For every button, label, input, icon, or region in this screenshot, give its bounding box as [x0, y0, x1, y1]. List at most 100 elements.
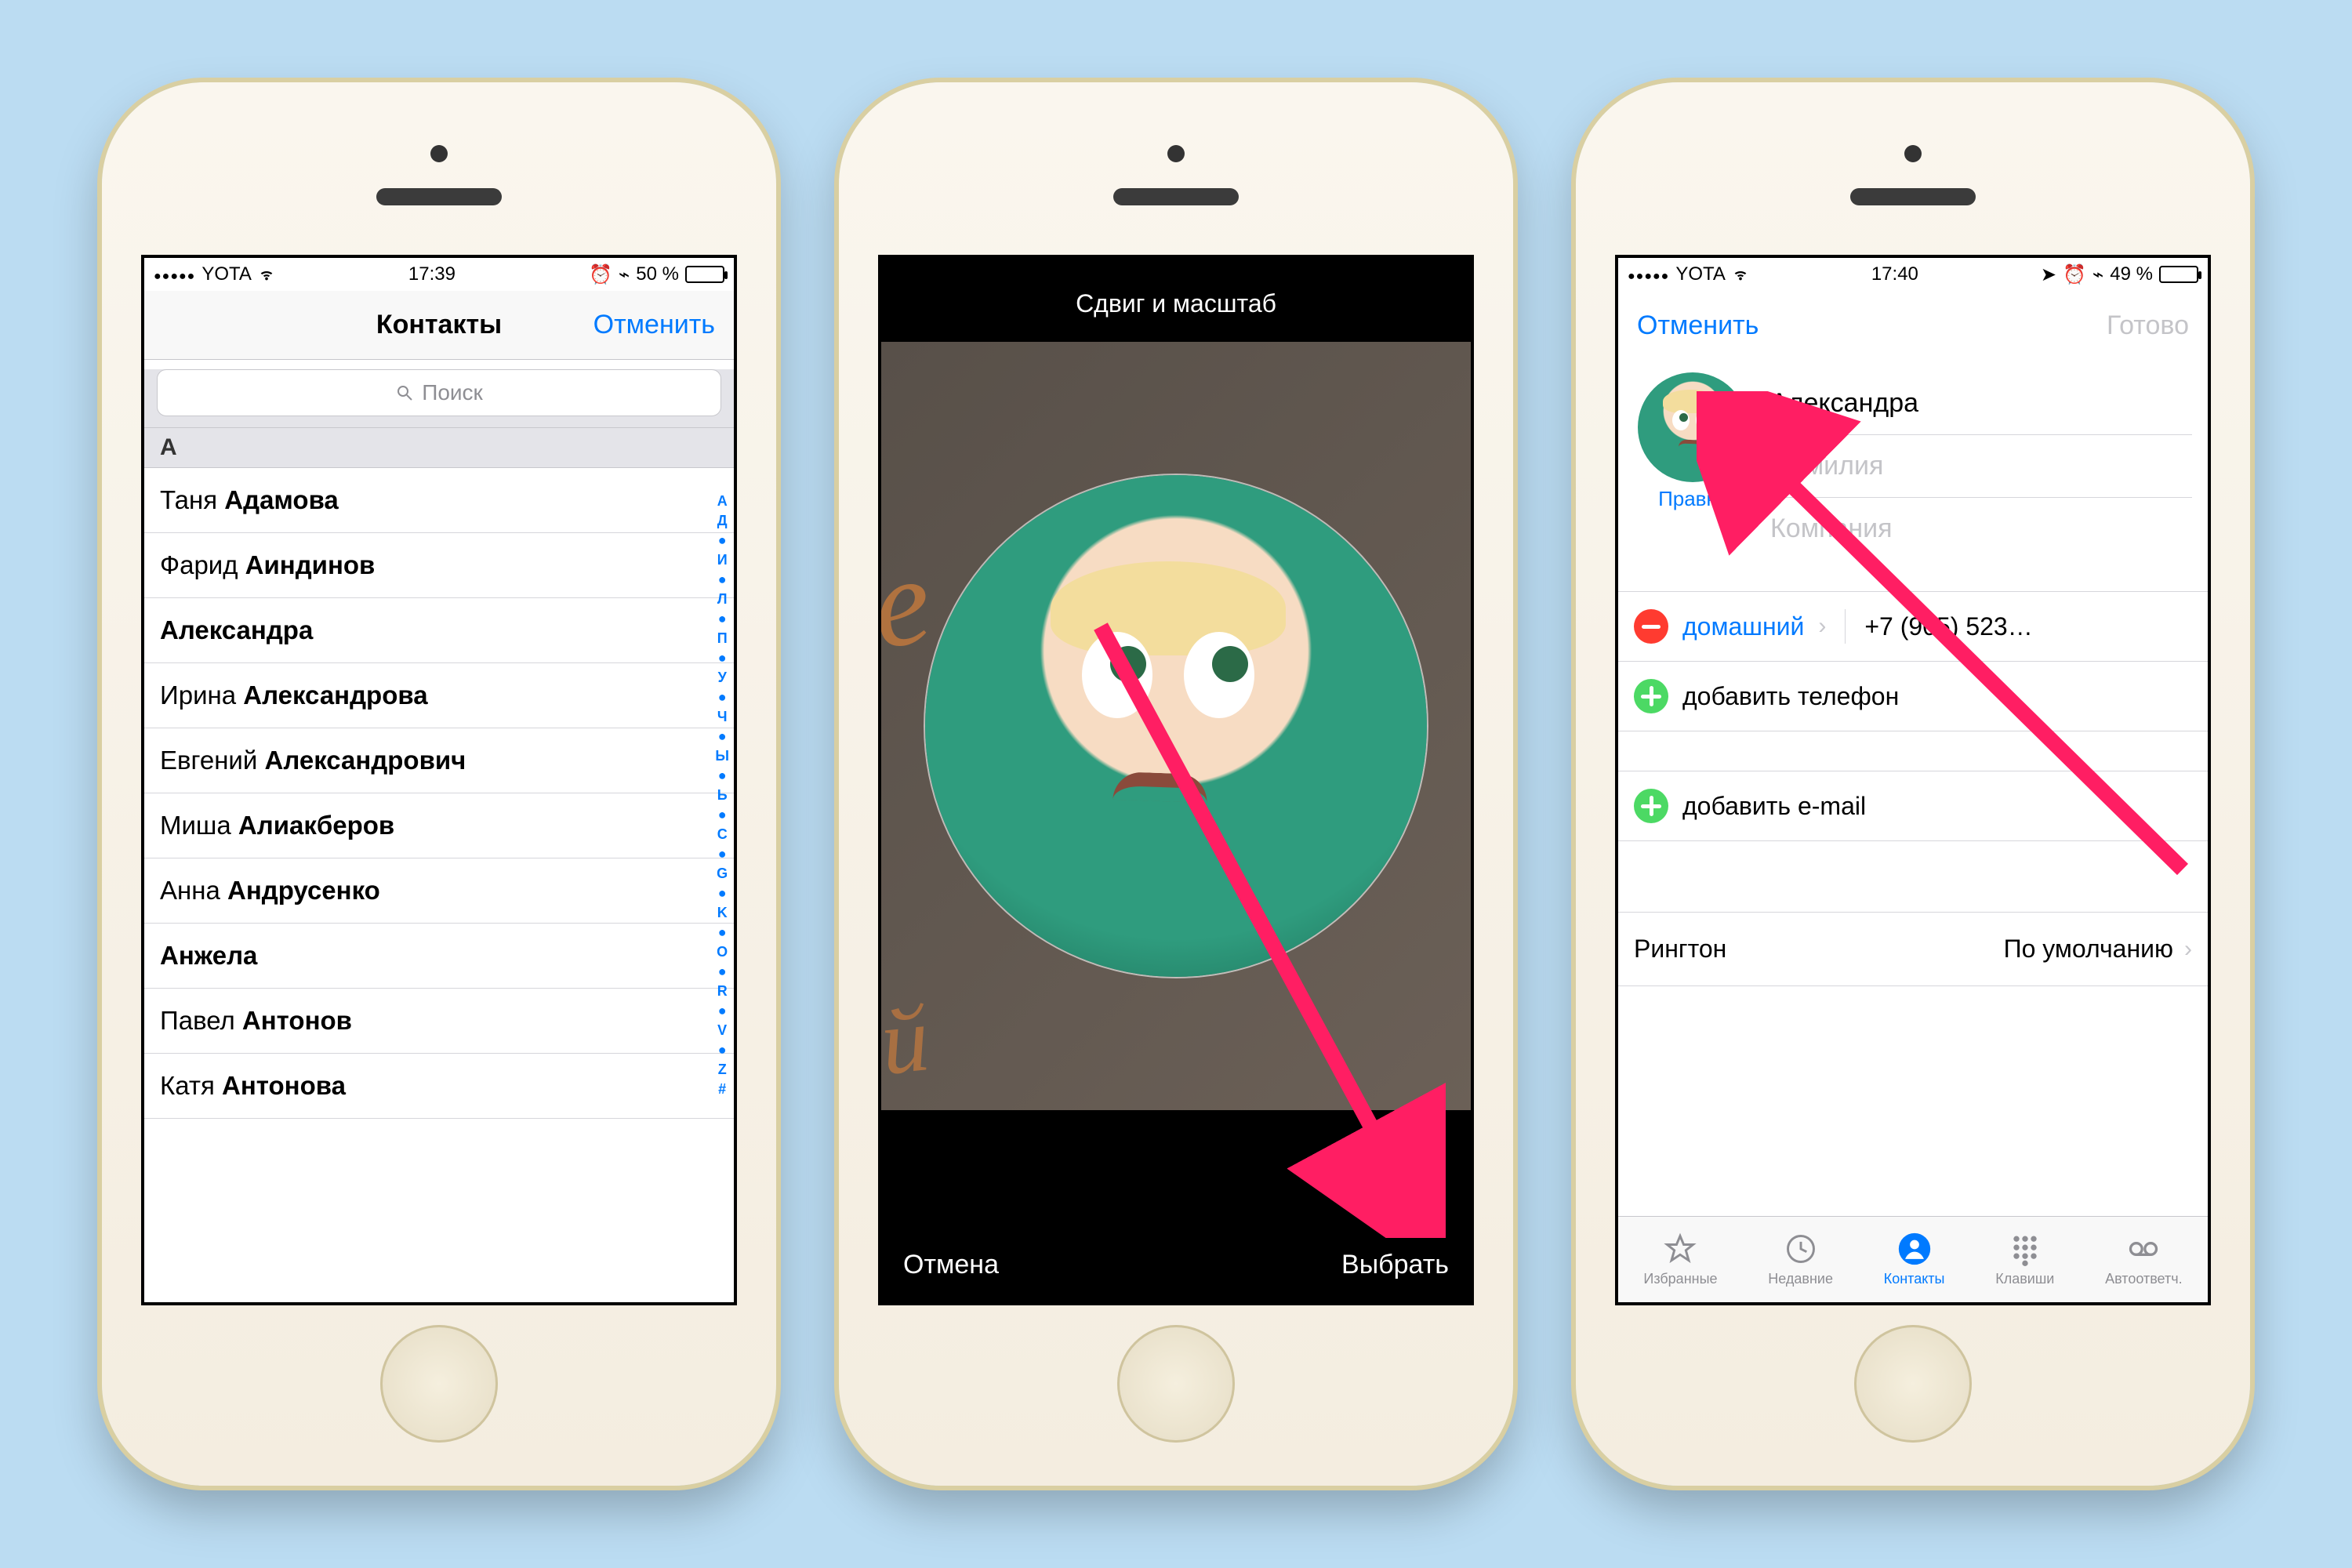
wifi-icon	[1732, 266, 1749, 283]
alarm-icon: ⏰	[589, 263, 612, 286]
firstname-field[interactable]: Александра	[1770, 372, 2192, 435]
contact-row[interactable]: Миша Алиакберов	[144, 793, 734, 858]
crop-actions: Отмена Выбрать	[881, 1227, 1471, 1302]
search-wrap: Поиск	[144, 369, 734, 427]
ringtone-value: По умолчанию	[2004, 935, 2173, 964]
contact-header: Правка Александра Фамилия Компания	[1618, 360, 2208, 560]
remove-icon[interactable]	[1634, 609, 1668, 644]
home-button[interactable]	[380, 1325, 498, 1443]
phone-value[interactable]: +7 (905) 523…	[1864, 612, 2192, 641]
bluetooth-icon: ⌁	[2092, 263, 2103, 286]
phone-crop-photo: Сдвиг и масштаб e й Отмена Выбрать	[839, 82, 1513, 1486]
status-bar: YOTA 17:40 ➤ ⏰ ⌁ 49 %	[1618, 258, 2208, 291]
crop-canvas[interactable]: e й	[881, 342, 1471, 1110]
contact-row[interactable]: Павел Антонов	[144, 989, 734, 1054]
avatar[interactable]	[1638, 372, 1748, 482]
crop-circle	[925, 475, 1427, 977]
chevron-right-icon: ›	[2184, 936, 2192, 963]
tab-bar: Избранные Недавние Контакты Клавиши Авто…	[1618, 1216, 2208, 1302]
bluetooth-icon: ⌁	[619, 263, 630, 286]
choose-button[interactable]: Выбрать	[1341, 1250, 1449, 1280]
speaker	[1113, 188, 1239, 205]
phone-type-button[interactable]: домашний	[1682, 612, 1804, 641]
person-icon	[1897, 1232, 1932, 1266]
cancel-button[interactable]: Отмена	[903, 1250, 999, 1280]
signal-dots-icon	[154, 263, 195, 285]
add-email-row[interactable]: добавить e-mail	[1618, 771, 2208, 840]
tab-favorites[interactable]: Избранные	[1643, 1232, 1717, 1287]
add-phone-row[interactable]: добавить телефон	[1618, 662, 2208, 731]
add-icon[interactable]	[1634, 679, 1668, 713]
search-input[interactable]: Поиск	[157, 369, 721, 416]
avatar-eye	[1184, 632, 1254, 718]
cancel-button[interactable]: Отменить	[1637, 310, 1759, 341]
voicemail-icon	[2126, 1232, 2161, 1266]
star-icon	[1663, 1232, 1697, 1266]
tab-voicemail[interactable]: Автоответч.	[2105, 1232, 2182, 1287]
location-icon: ➤	[2041, 263, 2056, 286]
company-field[interactable]: Компания	[1770, 498, 2192, 560]
screen-crop: Сдвиг и масштаб e й Отмена Выбрать	[878, 255, 1474, 1305]
search-placeholder: Поиск	[422, 380, 483, 405]
ringtone-row[interactable]: Рингтон По умолчанию ›	[1618, 912, 2208, 986]
battery-icon	[2159, 266, 2198, 283]
battery-percent: 49 %	[2110, 263, 2153, 285]
page-title: Контакты	[376, 310, 502, 340]
crop-title: Сдвиг и масштаб	[881, 258, 1471, 342]
front-camera	[1167, 145, 1185, 162]
signal-dots-icon	[1628, 263, 1669, 285]
speaker	[1850, 188, 1976, 205]
cancel-button[interactable]: Отменить	[593, 310, 715, 340]
emails-block: добавить e-mail	[1618, 771, 2208, 841]
speaker	[376, 188, 502, 205]
phone-contacts-list: YOTA 17:39 ⏰ ⌁ 50 % Контакты Отменить По…	[102, 82, 776, 1486]
battery-icon	[685, 266, 724, 283]
front-camera	[1904, 145, 1922, 162]
phone-edit-contact: YOTA 17:40 ➤ ⏰ ⌁ 49 % Отменить Готово Пр…	[1576, 82, 2250, 1486]
front-camera	[430, 145, 448, 162]
add-icon[interactable]	[1634, 789, 1668, 823]
contacts-list[interactable]: Таня Адамова Фарид Аиндинов Александра И…	[144, 468, 734, 1119]
status-bar: YOTA 17:39 ⏰ ⌁ 50 %	[144, 258, 734, 291]
navbar: Отменить Готово	[1618, 291, 2208, 360]
tab-recents[interactable]: Недавние	[1768, 1232, 1833, 1287]
tab-contacts[interactable]: Контакты	[1884, 1232, 1945, 1287]
clock-icon	[1784, 1232, 1818, 1266]
contact-row[interactable]: Александра	[144, 598, 734, 663]
keypad-icon	[2008, 1232, 2042, 1266]
wifi-icon	[258, 266, 275, 283]
ringtone-label: Рингтон	[1634, 935, 1726, 964]
edit-photo-button[interactable]: Правка	[1658, 487, 1727, 511]
avatar-mouth	[1112, 771, 1207, 803]
add-phone-label: добавить телефон	[1682, 682, 1899, 711]
carrier-label: YOTA	[1675, 263, 1726, 285]
home-button[interactable]	[1117, 1325, 1235, 1443]
done-button[interactable]: Готово	[2107, 310, 2189, 341]
avatar-hair	[1051, 561, 1286, 655]
background-letter: й	[878, 984, 934, 1097]
contact-row[interactable]: Ирина Александрова	[144, 663, 734, 728]
section-header: А	[144, 427, 734, 468]
search-icon	[395, 383, 414, 402]
battery-percent: 50 %	[636, 263, 679, 285]
alarm-icon: ⏰	[2063, 263, 2086, 286]
navbar: Контакты Отменить	[144, 291, 734, 360]
alpha-index[interactable]: АД●И●Л●П●У●Ч●Ы●Ь●C●G●K●O●R●V●Z#	[715, 493, 729, 1098]
chevron-right-icon: ›	[1818, 613, 1826, 640]
avatar-eye	[1082, 632, 1152, 718]
home-button[interactable]	[1854, 1325, 1972, 1443]
contact-row[interactable]: Катя Антонова	[144, 1054, 734, 1119]
tab-keypad[interactable]: Клавиши	[1995, 1232, 2054, 1287]
contact-row[interactable]: Фарид Аиндинов	[144, 533, 734, 598]
carrier-label: YOTA	[201, 263, 252, 285]
screen-edit-contact: YOTA 17:40 ➤ ⏰ ⌁ 49 % Отменить Готово Пр…	[1615, 255, 2211, 1305]
screen-contacts: YOTA 17:39 ⏰ ⌁ 50 % Контакты Отменить По…	[141, 255, 737, 1305]
clock-label: 17:40	[1871, 263, 1918, 285]
phone-row[interactable]: домашний › +7 (905) 523…	[1618, 592, 2208, 662]
contact-row[interactable]: Анна Андрусенко	[144, 858, 734, 924]
contact-row[interactable]: Таня Адамова	[144, 468, 734, 533]
contact-row[interactable]: Анжела	[144, 924, 734, 989]
contact-row[interactable]: Евгений Александрович	[144, 728, 734, 793]
clock-label: 17:39	[408, 263, 456, 285]
lastname-field[interactable]: Фамилия	[1770, 435, 2192, 498]
